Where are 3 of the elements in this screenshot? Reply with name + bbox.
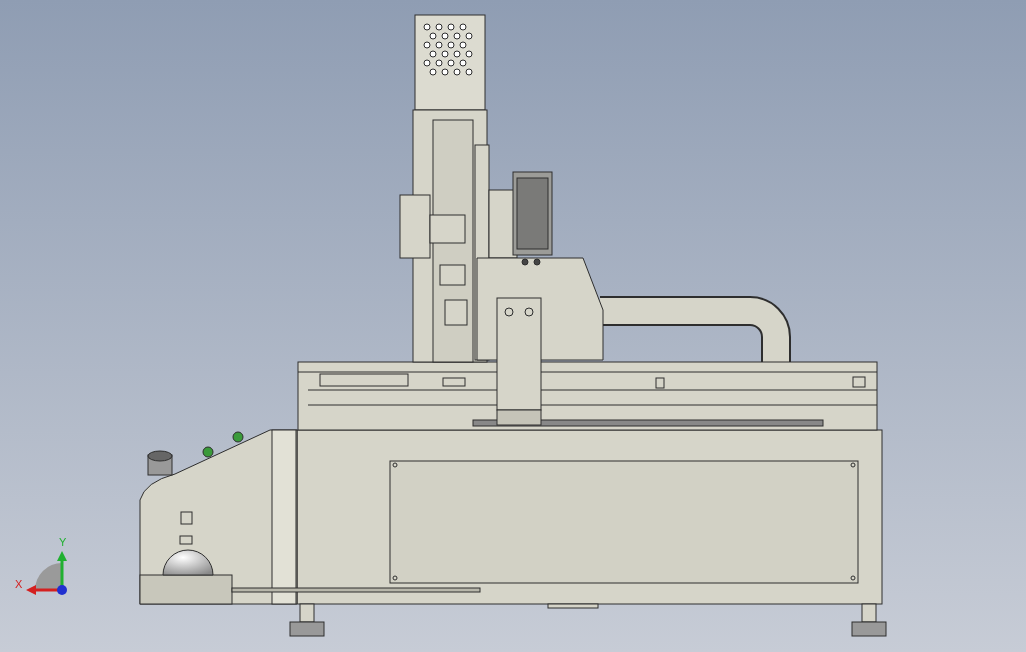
axis-triad-icon: [26, 551, 67, 595]
axis-label: X: [15, 578, 23, 590]
axis-label: Y: [59, 536, 67, 548]
